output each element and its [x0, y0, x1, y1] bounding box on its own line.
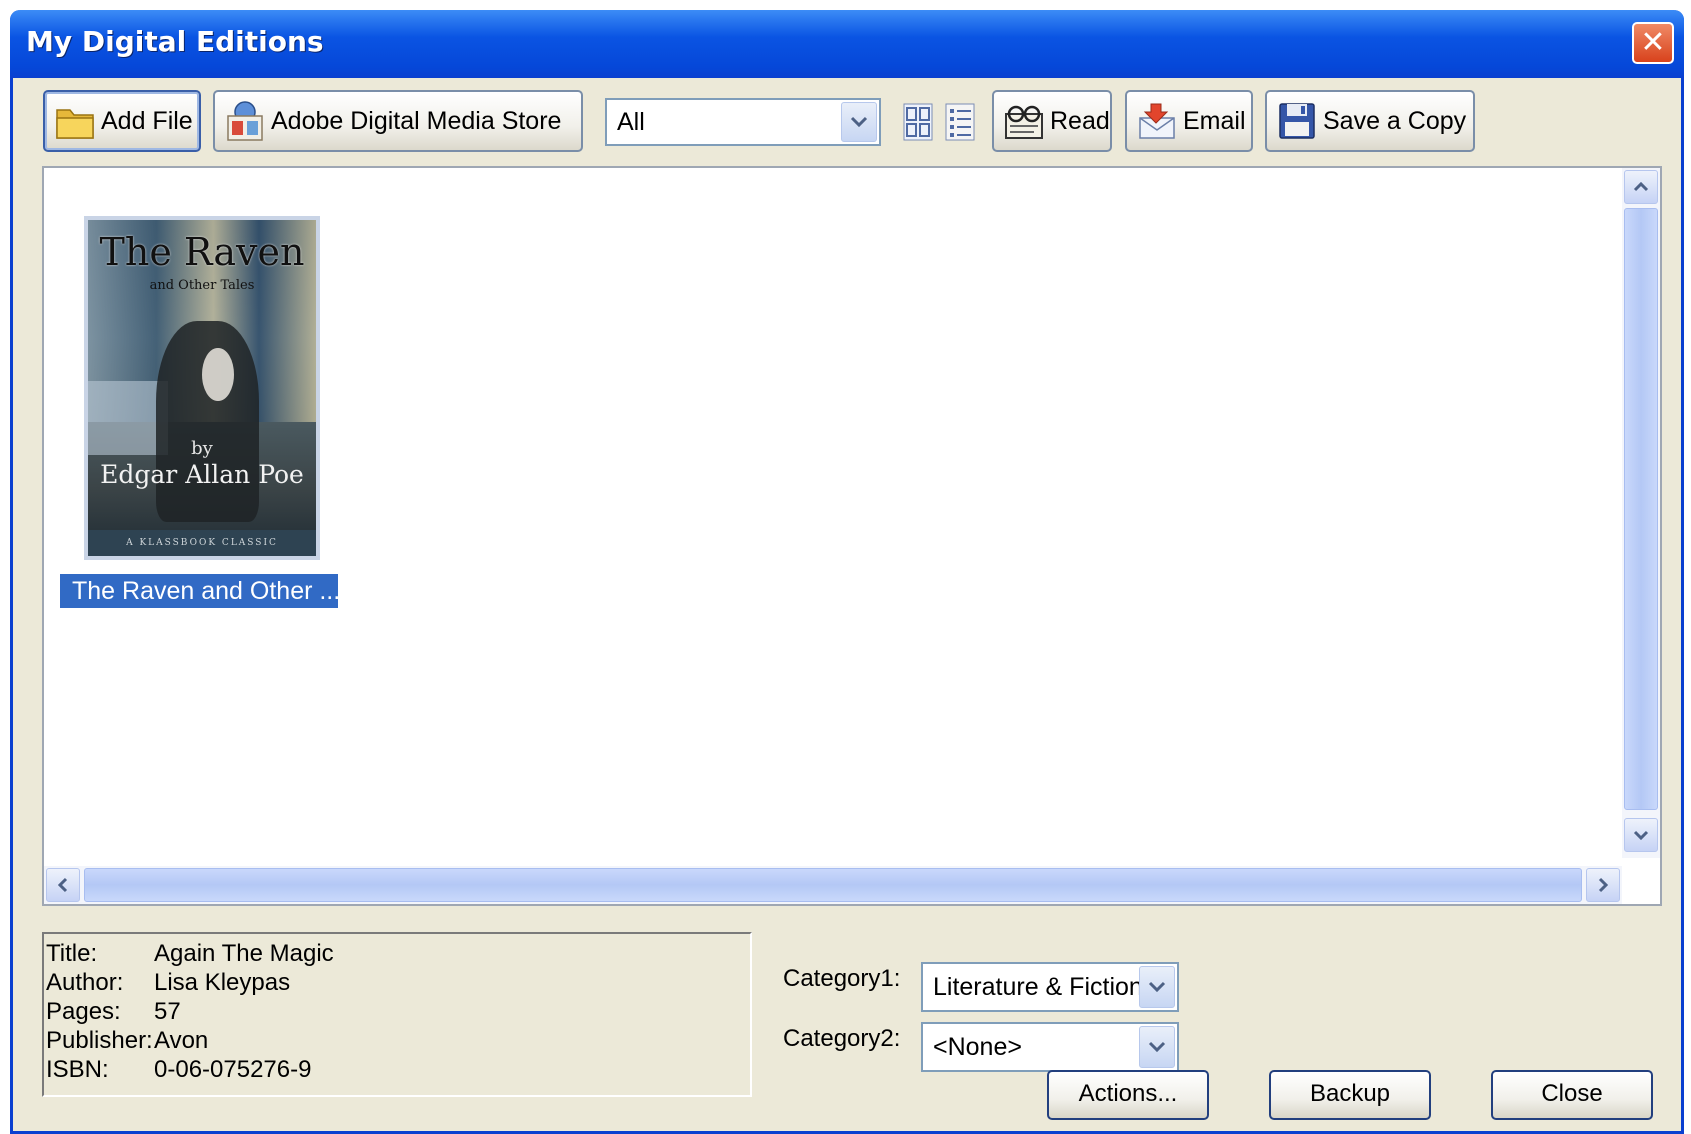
read-button[interactable]: Read: [992, 90, 1112, 152]
info-value: Lisa Kleypas: [154, 969, 291, 996]
scroll-down-button[interactable]: [1624, 818, 1658, 852]
info-row-pages: Pages: 57: [44, 998, 750, 1027]
info-value: Avon: [154, 1027, 209, 1054]
info-key: Title:: [46, 940, 98, 967]
scroll-up-button[interactable]: [1624, 170, 1658, 204]
scroll-left-button[interactable]: [46, 868, 80, 902]
info-row-publisher: Publisher: Avon: [44, 1027, 750, 1056]
book-item[interactable]: The Raven and Other Tales by Edgar Allan…: [60, 216, 345, 608]
horizontal-scroll-thumb[interactable]: [84, 868, 1582, 902]
email-button[interactable]: Email: [1125, 90, 1253, 152]
category2-label: Category2:: [783, 1025, 901, 1052]
book-info-panel: Title: Again The Magic Author: Lisa Kley…: [42, 932, 752, 1097]
backup-button[interactable]: Backup: [1269, 1070, 1431, 1120]
chevron-down-icon[interactable]: [1139, 1026, 1175, 1068]
view-toggle: [901, 100, 981, 150]
thumbnail-view-icon[interactable]: [901, 100, 935, 144]
chevron-down-icon[interactable]: [841, 102, 877, 142]
info-key: ISBN:: [46, 1056, 109, 1083]
category2-value: <None>: [933, 1032, 1022, 1061]
save-copy-label: Save a Copy: [1323, 106, 1467, 135]
email-label: Email: [1183, 106, 1246, 135]
add-file-button[interactable]: Add File: [43, 90, 201, 152]
info-value: 57: [154, 998, 181, 1025]
email-icon: [1137, 100, 1177, 142]
cover-by: by: [191, 438, 213, 459]
list-view-icon[interactable]: [943, 100, 977, 144]
window-title: My Digital Editions: [26, 25, 324, 58]
info-row-isbn: ISBN: 0-06-075276-9: [44, 1056, 750, 1085]
book-cover-image: The Raven and Other Tales by Edgar Allan…: [84, 216, 320, 560]
vertical-scrollbar[interactable]: [1622, 168, 1660, 858]
add-file-label: Add File: [101, 106, 193, 135]
store-icon: [225, 100, 265, 142]
window-close-button[interactable]: ✕: [1632, 22, 1674, 64]
vertical-scroll-thumb[interactable]: [1624, 208, 1658, 810]
library-view[interactable]: The Raven and Other Tales by Edgar Allan…: [42, 166, 1662, 906]
filter-dropdown[interactable]: All: [605, 98, 881, 146]
read-label: Read: [1050, 106, 1110, 135]
cover-subtitle: and Other Tales: [149, 278, 255, 293]
scroll-right-button[interactable]: [1586, 868, 1620, 902]
store-label: Adobe Digital Media Store: [271, 106, 562, 135]
info-value: 0-06-075276-9: [154, 1056, 312, 1083]
info-key: Pages:: [46, 998, 121, 1025]
cover-title: The Raven: [99, 230, 305, 274]
close-button[interactable]: Close: [1491, 1070, 1653, 1120]
info-row-author: Author: Lisa Kleypas: [44, 969, 750, 998]
cover-band: A KLASSBOOK CLASSIC: [88, 530, 316, 556]
info-value: Again The Magic: [154, 940, 334, 967]
chevron-down-icon[interactable]: [1139, 966, 1175, 1008]
info-key: Author:: [46, 969, 124, 996]
cover-author: Edgar Allan Poe: [100, 460, 304, 489]
book-title-label[interactable]: The Raven and Other ...: [60, 574, 338, 608]
save-disk-icon: [1277, 100, 1317, 142]
info-key: Publisher:: [46, 1027, 153, 1054]
folder-icon: [55, 100, 95, 142]
category1-value: Literature & Fiction: [933, 972, 1143, 1001]
category1-dropdown[interactable]: Literature & Fiction: [921, 962, 1179, 1012]
filter-value: All: [617, 107, 645, 136]
save-copy-button[interactable]: Save a Copy: [1265, 90, 1475, 152]
read-glasses-icon: [1004, 100, 1044, 142]
category1-label: Category1:: [783, 965, 901, 992]
horizontal-scrollbar[interactable]: [44, 866, 1622, 904]
title-bar[interactable]: My Digital Editions ✕: [10, 10, 1684, 78]
info-row-title: Title: Again The Magic: [44, 940, 750, 969]
actions-button[interactable]: Actions...: [1047, 1070, 1209, 1120]
my-digital-editions-window: My Digital Editions ✕ Add File Adobe Dig…: [10, 10, 1684, 1134]
adobe-store-button[interactable]: Adobe Digital Media Store: [213, 90, 583, 152]
category2-dropdown[interactable]: <None>: [921, 1022, 1179, 1072]
